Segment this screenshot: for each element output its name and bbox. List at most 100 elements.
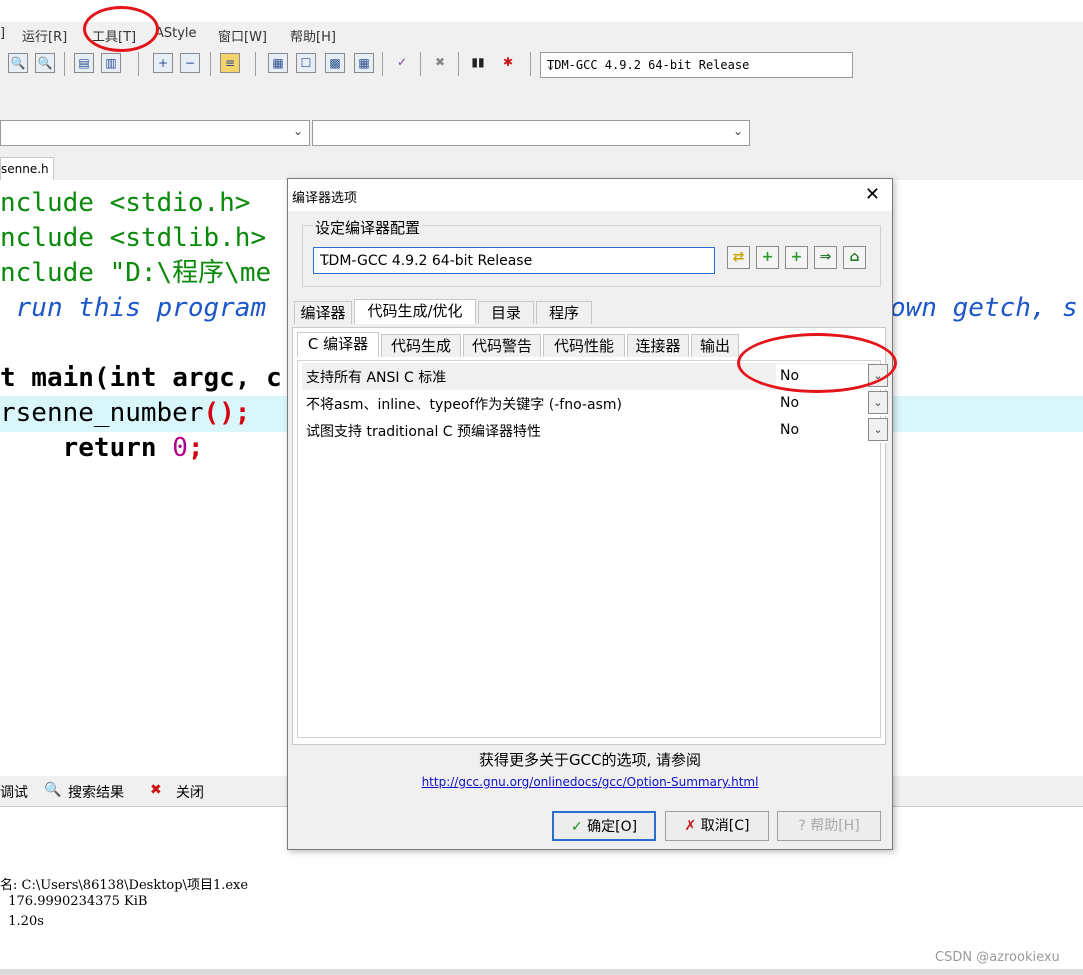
option-value: No	[780, 422, 800, 438]
menu-item-edge[interactable]: ]	[0, 26, 5, 41]
compiler-config-select[interactable]: TDM-GCC 4.9.2 64-bit Release ⌄	[313, 247, 715, 274]
log-line: 1.20s	[0, 914, 44, 929]
annotation-circle-option	[737, 333, 897, 393]
menu-item-astyle[interactable]: AStyle	[155, 26, 197, 41]
menu-item-run[interactable]: 运行[R]	[22, 26, 67, 45]
close-icon[interactable]: ✕	[865, 184, 880, 205]
delete-config-icon[interactable]: ⌂	[843, 246, 866, 269]
tab-debug[interactable]: 调试	[0, 782, 28, 802]
find-compilers-icon[interactable]: ⇄	[727, 246, 750, 269]
cancel-x-icon: ✗	[684, 818, 697, 834]
tab-directories[interactable]: 目录	[478, 301, 534, 324]
subtab-profiling[interactable]: 代码性能	[543, 334, 625, 357]
log-line: 176.9990234375 KiB	[0, 894, 148, 909]
file-tab[interactable]: senne.h	[0, 157, 54, 181]
toolbar-separator	[64, 52, 65, 76]
run-icon[interactable]: ☐	[296, 53, 316, 73]
code-line: nclude "D:\程序\me	[0, 258, 272, 288]
toolbar-separator	[210, 52, 211, 76]
remove-from-project-icon[interactable]: −	[180, 53, 200, 73]
option-row: 不将asm、inline、typeof作为关键字 (-fno-asm) No ⌄	[302, 390, 888, 417]
file-tab-bar: senne.h	[0, 154, 1083, 181]
add-to-project-icon[interactable]: +	[153, 53, 173, 73]
code-line: t main(int argc, c	[0, 361, 282, 396]
code-token: argc, c	[156, 363, 282, 393]
check-syntax-icon[interactable]: ✓	[392, 53, 412, 73]
code-line: run this program	[0, 293, 282, 323]
code-line: rsenne_number();	[0, 396, 250, 431]
group-label: 设定编译器配置	[313, 217, 423, 238]
project-options-icon[interactable]: ≡	[220, 53, 240, 73]
toolbar-separator	[420, 52, 421, 76]
compiler-select[interactable]: TDM-GCC 4.9.2 64-bit Release ⌄	[540, 52, 853, 78]
cancel-button-label: 取消[C]	[700, 818, 750, 834]
log-line: 名: C:\Users\86138\Desktop\项目1.exe	[0, 878, 249, 893]
chevron-down-icon[interactable]: ⌄	[868, 418, 888, 441]
code-line: own getch, s	[890, 293, 1078, 323]
goto-icon[interactable]: ▥	[101, 53, 121, 73]
add-config-copy-icon[interactable]: +	[785, 246, 808, 269]
add-config-icon[interactable]: +	[756, 246, 779, 269]
ok-button-label: 确定[O]	[587, 819, 638, 835]
code-token: rsenne_number	[0, 398, 204, 428]
code-line: return 0;	[0, 431, 204, 466]
debug-icon[interactable]: ✱	[498, 53, 518, 73]
cancel-button[interactable]: ✗ 取消[C]	[665, 811, 769, 841]
code-line: nclude <stdio.h>	[0, 188, 251, 218]
find-icon[interactable]: 🔍	[8, 53, 28, 73]
menu-item-window[interactable]: 窗口[W]	[218, 26, 267, 45]
option-label: 不将asm、inline、typeof作为关键字 (-fno-asm)	[306, 397, 622, 413]
subtab-output[interactable]: 输出	[691, 334, 739, 357]
compiler-options-dialog: 编译器选项 ✕ 设定编译器配置 TDM-GCC 4.9.2 64-bit Rel…	[287, 178, 893, 850]
chevron-down-icon: ⌄	[292, 124, 303, 138]
code-token: 0	[172, 433, 188, 463]
gcc-options-link[interactable]: http://gcc.gnu.org/onlinedocs/gcc/Option…	[288, 775, 892, 789]
check-icon: ✓	[570, 819, 583, 835]
watermark: CSDN @azrookiexu	[935, 950, 1060, 965]
subtab-linker[interactable]: 连接器	[627, 334, 689, 357]
annotation-circle-tools	[83, 6, 159, 52]
rebuild-icon[interactable]: ▦	[354, 53, 374, 73]
dialog-title-bar: 编译器选项 ✕	[288, 179, 892, 211]
toolbar-separator	[138, 52, 139, 76]
class-combo[interactable]: ⌄	[0, 120, 310, 146]
toolbar-separator	[382, 52, 383, 76]
code-token: ();	[203, 398, 251, 428]
option-value-select[interactable]: No ⌄	[776, 391, 888, 416]
subtab-codegen[interactable]: 代码生成	[381, 334, 461, 357]
tab-programs[interactable]: 程序	[536, 301, 592, 324]
menu-item-help[interactable]: 帮助[H]	[290, 26, 336, 45]
option-label: 试图支持 traditional C 预编译器特性	[306, 424, 542, 440]
rename-config-icon[interactable]: ⇒	[814, 246, 837, 269]
option-value: No	[780, 395, 800, 411]
tab-compiler[interactable]: 编译器	[294, 301, 352, 324]
chart-icon[interactable]: ▮▮	[468, 53, 488, 73]
chevron-down-icon[interactable]: ⌄	[868, 391, 888, 414]
status-strip	[0, 969, 1083, 975]
code-token: ;	[187, 433, 204, 463]
find-next-icon[interactable]: 🔍	[35, 53, 55, 73]
function-combo[interactable]: ⌄	[312, 120, 750, 146]
subtab-warnings[interactable]: 代码警告	[463, 334, 541, 357]
close-icon: ✖	[150, 782, 162, 798]
option-value-select[interactable]: No ⌄	[776, 418, 888, 443]
dialog-title: 编译器选项	[292, 191, 358, 206]
panel-icon[interactable]: ▤	[74, 53, 94, 73]
compile-run-icon[interactable]: ▩	[325, 53, 345, 73]
toolbar-separator	[255, 52, 256, 76]
tab-search-results[interactable]: 搜索结果	[68, 782, 124, 802]
compile-icon[interactable]: ▦	[268, 53, 288, 73]
stop-icon[interactable]: ✖	[430, 53, 450, 73]
help-button[interactable]: ? 帮助[H]	[777, 811, 881, 841]
chevron-down-icon: ⌄	[547, 58, 555, 72]
ok-button[interactable]: ✓ 确定[O]	[552, 811, 656, 841]
code-token: int	[109, 363, 157, 393]
code-line: nclude <stdlib.h>	[0, 223, 267, 253]
option-label: 支持所有 ANSI C 标准	[306, 370, 447, 386]
tab-close[interactable]: 关闭	[176, 782, 204, 802]
chevron-down-icon: ⌄	[732, 124, 743, 138]
tab-codegen-optimize[interactable]: 代码生成/优化	[354, 299, 476, 324]
subtab-c-compiler[interactable]: C 编译器	[297, 332, 379, 357]
options-grid: 支持所有 ANSI C 标准 No ⌄ 不将asm、inline、typeof作…	[297, 360, 888, 738]
chevron-down-icon: ⌄	[320, 253, 332, 269]
